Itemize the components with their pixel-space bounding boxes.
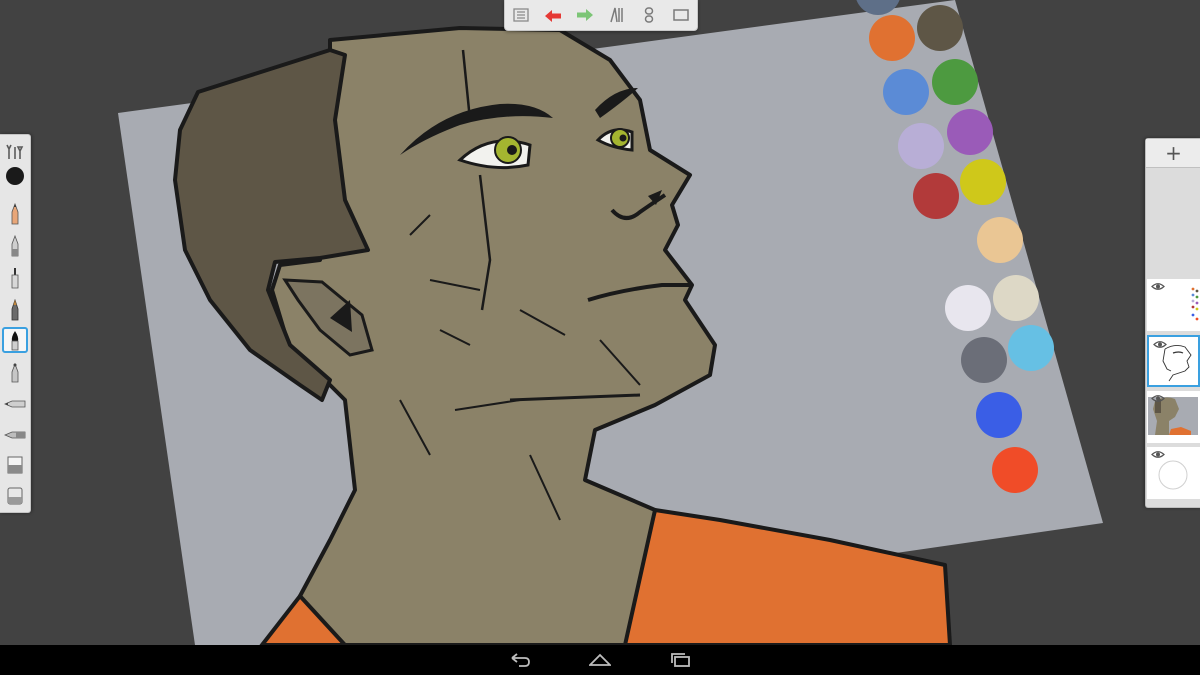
add-layer-button[interactable]: + [1146,139,1200,168]
background-color-icon [1158,460,1188,490]
ruler-icon[interactable] [604,2,630,28]
current-color-swatch[interactable] [2,163,28,189]
recents-icon[interactable] [660,649,700,671]
color-swatch[interactable] [898,123,944,169]
undo-icon[interactable] [540,2,566,28]
symmetry-icon[interactable] [636,2,662,28]
color-swatch[interactable] [976,392,1022,438]
marker-brush-icon[interactable] [2,265,28,291]
color-swatch[interactable] [961,337,1007,383]
brush-properties-icon[interactable] [2,139,28,165]
top-toolbar [504,0,698,31]
color-swatch[interactable] [932,59,978,105]
menu-icon[interactable] [508,2,534,28]
smudge-brush-icon[interactable] [2,391,28,417]
redo-icon[interactable] [572,2,598,28]
soft-eraser-icon[interactable] [2,483,28,509]
pencil-brush-icon[interactable] [2,201,28,227]
airbrush-icon[interactable] [2,359,28,385]
color-swatch[interactable] [883,69,929,115]
layer-thumbnail [1162,344,1192,382]
layer-thumbnail [1191,287,1199,321]
inking-brush-icon[interactable] [2,297,28,323]
color-swatch[interactable] [947,109,993,155]
brush-palette [0,134,31,513]
color-swatch[interactable] [977,217,1023,263]
color-swatch[interactable] [1008,325,1054,371]
blur-brush-icon[interactable] [2,422,28,448]
pupil-left [507,145,517,155]
eye-icon[interactable] [1151,394,1165,403]
ballpoint-brush-icon[interactable] [2,233,28,259]
back-icon[interactable] [500,649,540,671]
paintbrush-icon[interactable] [2,327,28,353]
color-swatch[interactable] [917,5,963,51]
pupil-right [619,134,627,142]
eye-icon[interactable] [1151,450,1165,459]
canvas-workspace[interactable] [0,0,1200,645]
color-swatch[interactable] [993,275,1039,321]
eraser-icon[interactable] [2,452,28,478]
layer-color-swatches[interactable] [1147,279,1200,331]
layer-line-art[interactable] [1147,335,1200,387]
color-swatch[interactable] [869,15,915,61]
color-swatch[interactable] [960,159,1006,205]
eye-icon[interactable] [1151,282,1165,291]
layer-background[interactable] [1147,447,1200,499]
color-swatch[interactable] [945,285,991,331]
drawing-canvas[interactable] [0,0,1200,645]
color-swatch[interactable] [913,173,959,219]
layer-panel: + [1145,138,1200,508]
color-swatch[interactable] [992,447,1038,493]
layer-color-fill[interactable] [1147,391,1200,443]
fullscreen-icon[interactable] [668,2,694,28]
android-navbar [0,645,1200,675]
home-icon[interactable] [580,649,620,671]
